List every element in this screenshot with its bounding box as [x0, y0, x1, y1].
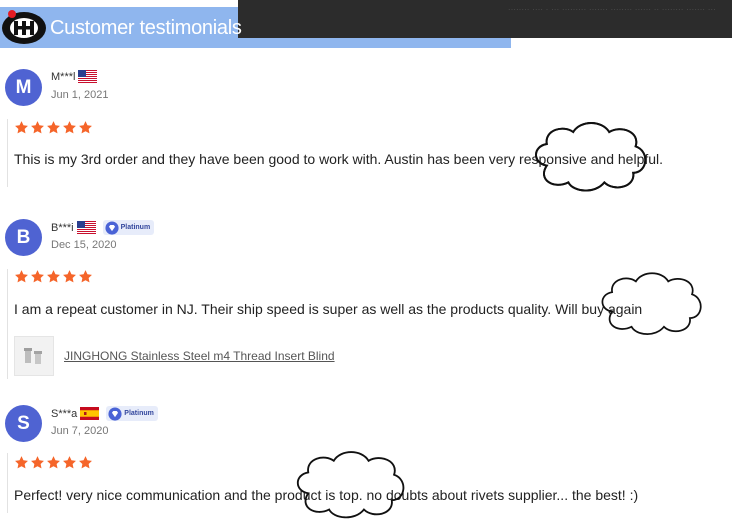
- reviewer-info: B***i Platinum: [51, 220, 155, 235]
- avatar: M: [5, 69, 42, 106]
- review-date: Dec 15, 2020: [51, 239, 117, 251]
- product-link[interactable]: JINGHONG Stainless Steel m4 Thread Inser…: [64, 349, 335, 363]
- es-flag-icon: [80, 407, 99, 420]
- diamond-icon: [108, 407, 122, 421]
- review-date: Jun 7, 2020: [51, 425, 109, 437]
- rivet-nut-icon: [24, 348, 42, 364]
- platinum-badge: Platinum: [102, 220, 155, 235]
- cloud-annotation-icon: [601, 272, 702, 335]
- testimonials-header: ........ .... . ... ......... ....... ..…: [0, 0, 732, 48]
- star-icon: [46, 120, 61, 135]
- star-rating: [14, 120, 93, 135]
- star-rating: [14, 455, 93, 470]
- avatar: B: [5, 219, 42, 256]
- company-logo-icon: [2, 10, 46, 44]
- star-icon: [46, 455, 61, 470]
- star-icon: [30, 120, 45, 135]
- header-dark-strip: ........ .... . ... ......... ....... ..…: [238, 0, 732, 38]
- review-divider: [7, 119, 8, 187]
- star-icon: [46, 269, 61, 284]
- purchased-product[interactable]: JINGHONG Stainless Steel m4 Thread Inser…: [14, 336, 335, 376]
- review-date: Jun 1, 2021: [51, 89, 109, 101]
- reviewer-name: M***l: [51, 70, 76, 83]
- review-divider: [7, 269, 8, 379]
- diamond-icon: [105, 221, 119, 235]
- reviewer-name: B***i: [51, 221, 74, 234]
- star-icon: [30, 269, 45, 284]
- platinum-badge: Platinum: [106, 406, 158, 421]
- badge-label: Platinum: [120, 224, 151, 231]
- star-icon: [78, 120, 93, 135]
- reviewer-info: M***l: [51, 70, 97, 83]
- review-divider: [7, 453, 8, 513]
- star-icon: [62, 120, 77, 135]
- star-icon: [62, 269, 77, 284]
- star-icon: [78, 455, 93, 470]
- reviewer-info: S***a Platinum: [51, 406, 158, 421]
- star-icon: [14, 120, 29, 135]
- cloud-annotation-icon: [296, 451, 405, 519]
- avatar: S: [5, 405, 42, 442]
- cloud-annotation-icon: [529, 120, 651, 192]
- badge-label: Platinum: [124, 410, 154, 417]
- product-thumbnail[interactable]: [14, 336, 54, 376]
- page-title: Customer testimonials: [50, 17, 242, 39]
- us-flag-icon: [77, 221, 96, 234]
- star-rating: [14, 269, 93, 284]
- us-flag-icon: [78, 70, 97, 83]
- star-icon: [30, 455, 45, 470]
- header-strip-text: ........ .... . ... ......... ....... ..…: [508, 2, 716, 12]
- star-icon: [14, 269, 29, 284]
- star-icon: [78, 269, 93, 284]
- star-icon: [62, 455, 77, 470]
- star-icon: [14, 455, 29, 470]
- reviewer-name: S***a: [51, 407, 78, 420]
